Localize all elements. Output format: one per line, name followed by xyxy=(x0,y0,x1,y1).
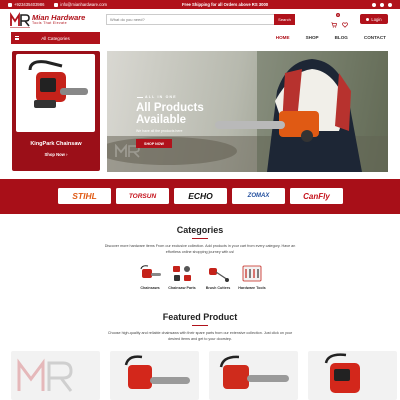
product-placeholder-logo-icon xyxy=(17,358,73,392)
social-links xyxy=(372,2,392,7)
hero-subtext: We have all the products here xyxy=(136,129,183,133)
logo-name: Mian Hardware xyxy=(32,12,86,22)
shipping-notice: Free Shipping for all Orders above RS 30… xyxy=(182,2,269,7)
featured-product-card[interactable] xyxy=(11,351,100,400)
nav-item-shop[interactable]: SHOP xyxy=(306,35,319,40)
mail-icon xyxy=(54,2,59,7)
site-logo[interactable]: Mian Hardware Tools That Elevate xyxy=(10,12,85,28)
brand-echo[interactable]: ECHO xyxy=(174,188,227,204)
logo-mark-icon xyxy=(10,12,30,28)
phone-contact[interactable]: +923435403986 xyxy=(8,2,44,7)
login-label: Login xyxy=(371,16,382,22)
arrow-right-icon: › xyxy=(66,152,68,157)
login-button[interactable]: Login xyxy=(360,14,388,24)
nav-menu: HOME SHOP BLOG CONTACT xyxy=(276,35,386,40)
twitter-icon[interactable] xyxy=(388,2,392,7)
category-label: Chainsaw Parts xyxy=(168,286,196,290)
side-card-shop-now-link[interactable]: Shop Now › xyxy=(12,152,100,157)
category-label: Hardware Tools xyxy=(238,286,266,290)
brand-torsun[interactable]: TORSUN xyxy=(116,188,169,204)
product-chainsaw-image xyxy=(124,355,190,389)
phone-icon xyxy=(8,2,12,7)
instagram-icon[interactable] xyxy=(380,2,384,7)
chainsaw-image xyxy=(16,54,95,132)
nav-item-home[interactable]: HOME xyxy=(276,35,290,40)
category-label: Chainsaws xyxy=(140,286,160,290)
brand-stihl[interactable]: STIHL xyxy=(58,188,111,204)
chainsaw-parts-icon xyxy=(170,263,194,284)
phone-number: +923435403986 xyxy=(14,2,45,7)
brand-zomax[interactable]: ZOMAX xyxy=(232,188,285,204)
featured-product-card[interactable] xyxy=(209,351,298,400)
category-brush-cutters[interactable]: Brush Cutters xyxy=(201,263,235,290)
hero-banner: ALL IN ONE All Products Available We hav… xyxy=(107,51,388,172)
featured-side-card[interactable]: KingPark Chainsaw Shop Now › xyxy=(12,51,100,171)
product-chainsaw-image xyxy=(324,353,360,393)
featured-title-underline xyxy=(192,325,208,326)
all-categories-button[interactable]: All Categories xyxy=(11,32,100,44)
product-chainsaw-image xyxy=(219,355,289,389)
header-icons: 0 xyxy=(331,13,348,28)
menu-icon xyxy=(15,36,19,40)
categories-description: Discover more hardware items From our ex… xyxy=(104,244,296,254)
brush-cutter-icon xyxy=(206,263,230,284)
categories-title-underline xyxy=(192,238,208,239)
user-icon xyxy=(366,17,370,21)
side-card-product-name: KingPark Chainsaw xyxy=(30,141,82,147)
heart-icon[interactable] xyxy=(342,15,348,28)
email-contact[interactable]: info@mianhardware.com xyxy=(54,2,107,7)
nav-item-contact[interactable]: CONTACT xyxy=(364,35,386,40)
email-address: info@mianhardware.com xyxy=(60,2,108,7)
category-label: Brush Cutters xyxy=(205,286,231,290)
search-input[interactable] xyxy=(106,14,274,25)
category-hardware-tools[interactable]: Hardware Tools xyxy=(235,263,269,290)
main-navigation: All Categories HOME SHOP BLOG CONTACT xyxy=(0,31,400,45)
nav-item-blog[interactable]: BLOG xyxy=(335,35,348,40)
all-categories-label: All Categories xyxy=(41,35,70,41)
hardware-tools-icon xyxy=(240,263,264,284)
top-info-bar: +923435403986 info@mianhardware.com Free… xyxy=(0,0,400,9)
cart-count-badge: 0 xyxy=(336,13,340,17)
featured-product-card[interactable] xyxy=(110,351,199,400)
featured-title: Featured Product xyxy=(162,312,238,322)
hero-shop-now-button[interactable]: SHOP NOW xyxy=(136,139,172,148)
facebook-icon[interactable] xyxy=(372,2,376,7)
logo-tagline: Tools That Elevate xyxy=(32,21,67,26)
category-chainsaws[interactable]: Chainsaws xyxy=(133,263,167,290)
hero-headline: All Products Available xyxy=(136,102,204,126)
categories-title: Categories xyxy=(176,225,224,235)
featured-description: Choose high-quality and reliable chainsa… xyxy=(107,331,293,341)
brands-strip: STIHL TORSUN ECHO ZOMAX CanFly xyxy=(0,179,400,214)
category-chainsaw-parts[interactable]: Chainsaw Parts xyxy=(165,263,199,290)
featured-product-card[interactable] xyxy=(308,351,397,400)
search-bar: Search xyxy=(106,14,295,25)
cart-icon[interactable]: 0 xyxy=(331,13,340,28)
search-button[interactable]: Search xyxy=(274,14,295,25)
hero-kicker: ALL IN ONE xyxy=(137,95,177,99)
chainsaw-icon xyxy=(138,263,162,284)
site-header: Mian Hardware Tools That Elevate Search … xyxy=(0,9,400,31)
brand-canfly[interactable]: CanFly xyxy=(290,188,343,204)
side-card-shop-now-label: Shop Now xyxy=(44,152,65,157)
